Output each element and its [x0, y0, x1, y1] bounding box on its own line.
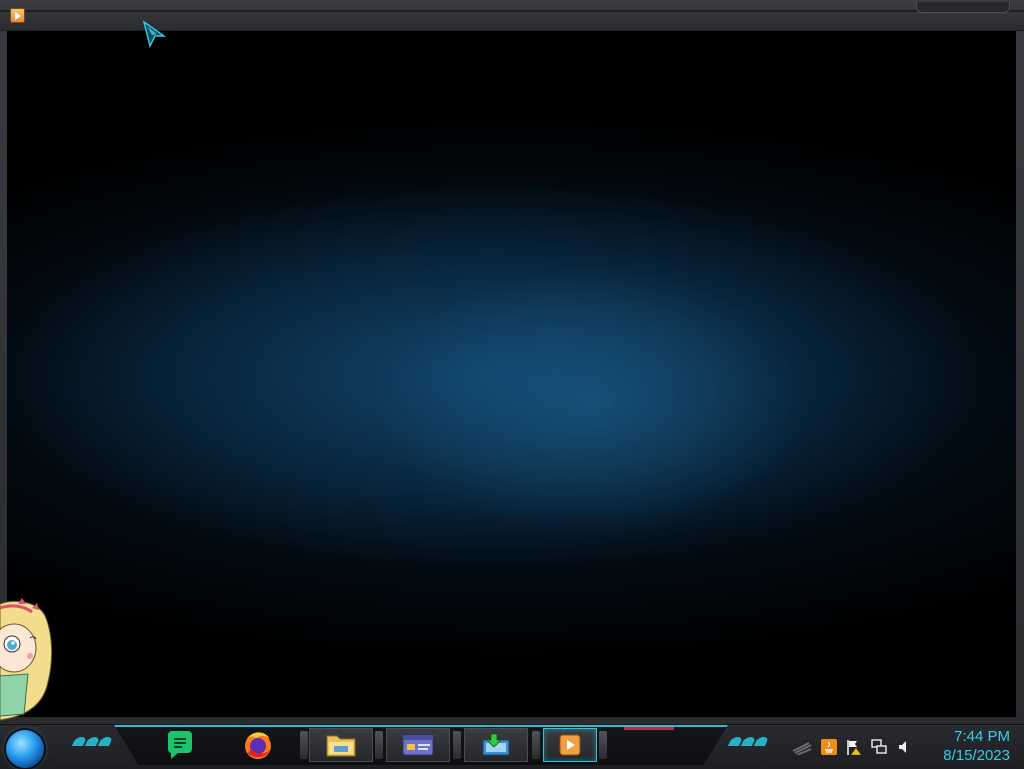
notes-app-icon: [167, 731, 192, 759]
taskbar-clock[interactable]: 7:44 PM 8/15/2023: [943, 727, 1010, 765]
dock-accent: [624, 727, 674, 730]
taskbar-window-network-transfer[interactable]: [464, 728, 528, 762]
clock-date: 8/15/2023: [943, 747, 1010, 764]
taskbar-item-notes[interactable]: [148, 728, 212, 762]
control-panel-icon: [402, 734, 434, 756]
taskbar-right-decor: [727, 737, 770, 746]
system-tray: [790, 733, 912, 761]
taskbar-separator: [300, 731, 308, 759]
network-transfer-icon: [482, 733, 510, 756]
title-divider: [0, 10, 1024, 12]
taskbar-window-control-panel[interactable]: [386, 728, 450, 762]
video-viewport[interactable]: [7, 31, 1016, 717]
taskbar-separator: [599, 731, 607, 759]
taskbar-window-file-explorer[interactable]: [309, 728, 373, 762]
taskbar: 7:44 PM 8/15/2023: [0, 724, 1024, 769]
mascot-character-image: [0, 598, 53, 721]
file-explorer-icon: [326, 735, 356, 757]
cursor-arrow-icon: [142, 20, 166, 48]
action-center-flag-icon[interactable]: [846, 739, 862, 755]
start-orb-icon[interactable]: [6, 730, 44, 768]
taskbar-left-decor: [71, 737, 114, 746]
taskbar-separator: [453, 731, 461, 759]
window-frame: [0, 0, 1024, 724]
media-player-icon[interactable]: [10, 8, 25, 23]
firefox-icon: [245, 732, 271, 759]
taskbar-item-firefox[interactable]: [226, 728, 290, 762]
blue-glow-background: [7, 31, 1016, 717]
taskbar-separator: [375, 731, 383, 759]
java-update-icon[interactable]: [821, 739, 837, 755]
show-hidden-icon[interactable]: [790, 739, 812, 755]
volume-icon[interactable]: [896, 739, 912, 755]
media-player-icon: [559, 734, 581, 756]
taskbar-separator: [532, 731, 540, 759]
clock-time: 7:44 PM: [954, 728, 1010, 745]
taskbar-window-media-player[interactable]: [543, 728, 597, 762]
network-icon[interactable]: [871, 739, 887, 755]
window-controls-area[interactable]: [916, 2, 1010, 13]
